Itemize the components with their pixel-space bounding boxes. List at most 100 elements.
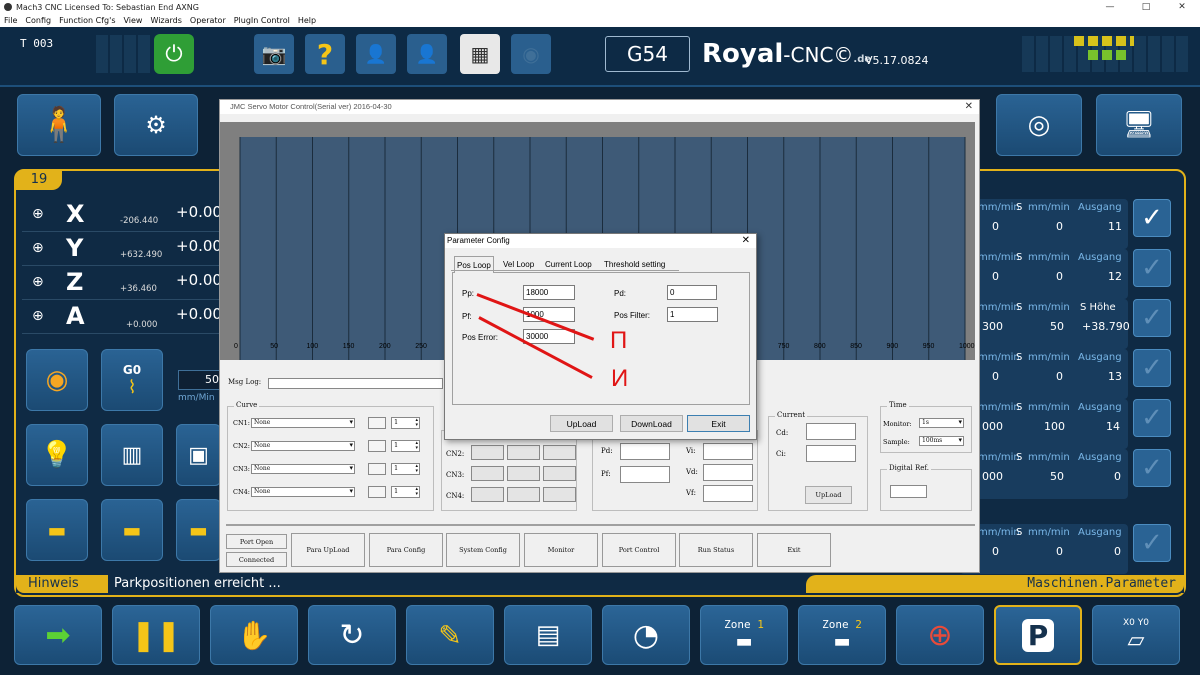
axis-z-dro[interactable]: +0.00 (176, 271, 222, 289)
param-exit-button[interactable]: Exit (687, 415, 750, 432)
user-check-button[interactable]: 👤 (356, 34, 396, 74)
row-output: 11 (1108, 220, 1122, 233)
curve-channel-select[interactable]: None (251, 418, 355, 428)
servo-pf-field[interactable] (620, 466, 670, 483)
cd-field[interactable] (806, 423, 856, 440)
axis-x-dro[interactable]: +0.00 (176, 203, 222, 221)
curve-color-box[interactable] (368, 463, 386, 475)
output-checkbox[interactable]: ✓ (1133, 399, 1171, 437)
camera-button[interactable]: 📷 (254, 34, 294, 74)
vacuum-all-button[interactable]: ▤ (504, 605, 592, 665)
curve-scale-spinner[interactable]: 1 ▴ ▾ (391, 440, 420, 452)
edit-button[interactable]: ✎ (406, 605, 494, 665)
param-close-button[interactable]: ✕ (742, 234, 750, 248)
menu-file[interactable]: File (4, 16, 17, 25)
g0-button[interactable]: G0 ⌇ (101, 349, 163, 411)
oscilloscope-button[interactable]: ◎ (996, 94, 1082, 156)
axis-y-dro[interactable]: +0.00 (176, 237, 222, 255)
curve-color-box[interactable] (368, 417, 386, 429)
curve-channel-select[interactable]: None (251, 464, 355, 474)
pos-filter-field[interactable]: 1 (667, 307, 718, 322)
menu-config[interactable]: Config (25, 16, 51, 25)
param-download-button[interactable]: DownLoad (620, 415, 683, 432)
servo-button-monitor[interactable]: Monitor (524, 533, 598, 567)
rewind-button[interactable]: ↻ (308, 605, 396, 665)
maximize-button[interactable]: □ (1128, 0, 1164, 14)
pos-error-field[interactable]: 30000 (523, 329, 575, 344)
sample-select[interactable]: 100ms (919, 436, 964, 446)
menu-help[interactable]: Help (298, 16, 316, 25)
param-upload-button[interactable]: UpLoad (550, 415, 613, 432)
servo-button-exit[interactable]: Exit (757, 533, 831, 567)
servo-button-run-status[interactable]: Run Status (679, 533, 753, 567)
output-checkbox[interactable]: ✓ (1133, 524, 1171, 562)
curve-color-box[interactable] (368, 486, 386, 498)
curve-scale-spinner[interactable]: 1 ▴ ▾ (391, 463, 420, 475)
port-open-button[interactable]: Port Open (226, 534, 287, 549)
curve-color-box[interactable] (368, 440, 386, 452)
screen-settings-button[interactable]: 🖥 (1096, 94, 1182, 156)
close-button[interactable]: ✕ (1164, 0, 1200, 14)
monitor-select[interactable]: 1s (919, 418, 964, 428)
curve-channel-select[interactable]: None (251, 441, 355, 451)
reference-button[interactable]: ⊕ (896, 605, 984, 665)
curve-scale-spinner[interactable]: 1 ▴ ▾ (391, 486, 420, 498)
power-button[interactable]: ⏻ (154, 34, 194, 74)
eye-button[interactable]: ◉ (511, 34, 551, 74)
pp-field[interactable]: 18000 (523, 285, 575, 300)
calculator-button[interactable]: ▦ (460, 34, 500, 74)
servo-vi-field[interactable] (703, 443, 753, 460)
minimize-button[interactable]: — (1092, 0, 1128, 14)
user-remove-button[interactable]: 👤 (407, 34, 447, 74)
output-checkbox[interactable]: ✓ (1133, 299, 1171, 337)
servo-button-para-config[interactable]: Para Config (369, 533, 443, 567)
servo-button-para-upload[interactable]: Para UpLoad (291, 533, 365, 567)
feed-value[interactable]: 50 (178, 370, 223, 390)
servo-vd-field[interactable] (703, 464, 753, 481)
zone-2-button[interactable]: Zone 2 ▬ (798, 605, 886, 665)
servo-close-button[interactable]: ✕ (965, 100, 973, 114)
xy-zero-button[interactable]: X0 Y0 ▱ (1092, 605, 1180, 665)
servo-button-port-control[interactable]: Port Control (602, 533, 676, 567)
vacuum-zone-button-3[interactable]: ▬ (176, 499, 221, 561)
current-upload-button[interactable]: UpLoad (805, 486, 852, 504)
s-label: S (1016, 302, 1023, 313)
stop-button[interactable]: ✋ (210, 605, 298, 665)
park-spindle-button[interactable]: ⚙ (114, 94, 198, 156)
menu-view[interactable]: View (123, 16, 142, 25)
park-button[interactable]: P (994, 605, 1082, 665)
work-offset-display[interactable]: G54 (605, 36, 690, 72)
servo-pd-field[interactable] (620, 443, 670, 460)
fan-button[interactable]: ▣ (176, 424, 221, 486)
spindle-button[interactable]: ◉ (26, 349, 88, 411)
right-row: mm/min S mm/min Ausgang 000 100 14 (960, 399, 1128, 449)
cycle-start-button[interactable]: ➡ (14, 605, 102, 665)
light-button[interactable]: 💡 (26, 424, 88, 486)
servo-button-system-config[interactable]: System Config (446, 533, 520, 567)
output-checkbox[interactable]: ✓ (1133, 349, 1171, 387)
vacuum-zone-button-1[interactable]: ▬ (26, 499, 88, 561)
menu-plugin-control[interactable]: PlugIn Control (234, 16, 290, 25)
menu-operator[interactable]: Operator (190, 16, 226, 25)
axis-a-dro[interactable]: +0.00 (176, 305, 222, 323)
servo-vf-field[interactable] (703, 485, 753, 502)
coolant-button[interactable]: ▥ (101, 424, 163, 486)
help-button[interactable]: ? (305, 34, 345, 74)
curve-channel-select[interactable]: None (251, 487, 355, 497)
feed-hold-button[interactable]: ❚❚ (112, 605, 200, 665)
pos-filter-label: Pos Filter: (614, 311, 651, 320)
menu-function-cfgs[interactable]: Function Cfg's (59, 16, 115, 25)
ci-field[interactable] (806, 445, 856, 462)
menu-wizards[interactable]: Wizards (150, 16, 181, 25)
speed-button[interactable]: ◔ (602, 605, 690, 665)
output-checkbox[interactable]: ✓ (1133, 449, 1171, 487)
zone-1-button[interactable]: Zone 1 ▬ (700, 605, 788, 665)
output-checkbox[interactable]: ✓ (1133, 249, 1171, 287)
digital-ref-field[interactable] (890, 485, 927, 498)
vacuum-zone-button-2[interactable]: ▬ (101, 499, 163, 561)
operator-button[interactable]: 🧍 (17, 94, 101, 156)
output-checkbox[interactable]: ✓ (1133, 199, 1171, 237)
msg-log-field[interactable] (268, 378, 443, 389)
curve-scale-spinner[interactable]: 1 ▴ ▾ (391, 417, 420, 429)
pd-field[interactable]: 0 (667, 285, 717, 300)
